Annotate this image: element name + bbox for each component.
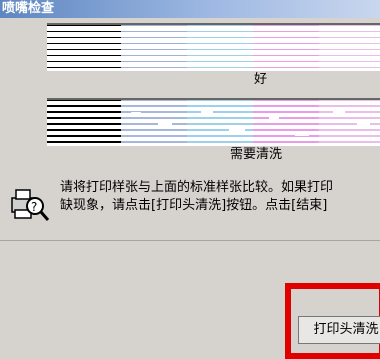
swatch-light-magenta [319,25,380,71]
pattern-gap [295,131,309,136]
sample-label-good: 好 [254,72,268,87]
instruction-message: 请将打印样张与上面的标准样张比较。如果打印 缺现象，请点击[打印头清洗]按钮。点… [60,179,380,215]
swatch-black [47,25,121,71]
message-line: 缺现象，请点击[打印头清洗]按钮。点击[结束] [60,198,328,213]
pattern-gap [357,122,370,127]
head-clean-button[interactable]: 打印头清洗 [298,316,380,344]
swatch-black [47,100,121,146]
nozzle-pattern-good [47,23,380,71]
swatch-magenta [253,25,319,71]
swatch-light-cyan [187,25,253,71]
divider [0,240,380,241]
pattern-gap [269,114,279,119]
svg-text:?: ? [31,200,37,214]
pattern-gap [333,108,345,113]
swatch-cyan [121,100,187,146]
sample-label-needs-cleaning: 需要清洗 [230,147,283,162]
window-title: 喷嘴检查 [2,1,55,16]
pattern-gap [158,120,172,125]
swatch-magenta [253,100,319,146]
swatch-light-cyan [187,100,253,146]
message-line: 请将打印样张与上面的标准样张比较。如果打印 [60,180,334,195]
nozzle-pattern-needs-cleaning [47,98,380,146]
pattern-gap [131,112,141,117]
swatch-light-magenta [319,100,380,146]
pattern-gap [201,109,213,114]
pattern-gap [229,126,245,131]
printer-help-icon: ? [8,184,50,224]
swatch-cyan [121,25,187,71]
title-bar: 喷嘴检查 [0,0,380,18]
